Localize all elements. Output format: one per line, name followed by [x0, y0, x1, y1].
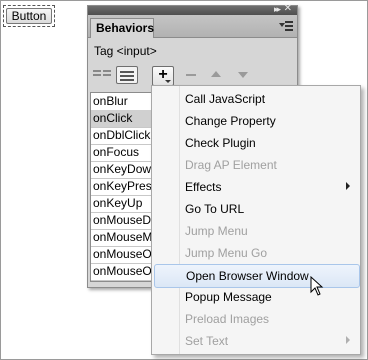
show-all-events-icon[interactable]	[116, 66, 138, 84]
show-set-events-icon[interactable]	[93, 68, 113, 84]
event-name: onDblClick	[93, 128, 151, 142]
menu-item-check-plugin[interactable]: Check Plugin	[154, 132, 358, 154]
menu-item-label: Drag AP Element	[185, 158, 277, 172]
submenu-arrow-icon	[346, 336, 350, 344]
event-name: onClick	[93, 111, 133, 125]
behaviors-dropdown-menu: Call JavaScript Change Property Check Plug…	[151, 85, 361, 355]
menu-item-popup-message[interactable]: Popup Message	[154, 286, 358, 308]
panel-tab-bar: Behaviors	[88, 15, 297, 38]
menu-item-label: Preload Images	[185, 312, 270, 326]
menu-item-label: Popup Message	[185, 290, 272, 304]
move-up-icon[interactable]	[211, 71, 221, 77]
tag-label: Tag <input>	[94, 44, 157, 58]
event-name: onKeyDown	[93, 162, 151, 176]
menu-item-preload-images[interactable]: Preload Images	[154, 308, 358, 330]
event-name: onMouseOut	[93, 247, 151, 261]
menu-item-drag-ap-element[interactable]: Drag AP Element	[154, 154, 358, 176]
submenu-arrow-icon	[346, 182, 350, 190]
menu-item-label: Call JavaScript	[185, 92, 266, 106]
tab-behaviors[interactable]: Behaviors	[90, 18, 154, 38]
mouse-cursor-icon	[310, 276, 324, 296]
move-down-icon[interactable]	[238, 72, 248, 78]
event-name: onKeyPress	[93, 179, 151, 193]
menu-item-label: Jump Menu Go	[185, 246, 268, 260]
menu-item-label: Change Property	[185, 114, 276, 128]
remove-behavior-icon[interactable]	[186, 74, 196, 76]
menu-item-call-javascript[interactable]: Call JavaScript	[154, 88, 358, 110]
panel-options-menu-icon[interactable]	[279, 20, 293, 32]
double-chevron-right-icon[interactable]: ▸▸	[274, 4, 281, 14]
add-behavior-button[interactable]: +	[152, 66, 174, 86]
menu-item-open-browser-window[interactable]: Open Browser Window	[154, 264, 360, 288]
menu-item-label: Jump Menu	[185, 224, 248, 238]
dropdown-arrow-icon	[165, 80, 171, 83]
event-name: onFocus	[93, 145, 140, 159]
menu-item-go-to-url[interactable]: Go To URL	[154, 198, 358, 220]
menu-item-jump-menu[interactable]: Jump Menu	[154, 220, 358, 242]
menu-item-set-text[interactable]: Set Text	[154, 330, 358, 352]
menu-item-label: Set Text	[185, 334, 229, 348]
close-icon[interactable]: ✕	[284, 4, 292, 14]
event-name: onMouseDown	[93, 213, 151, 227]
page-button[interactable]: Button	[6, 8, 52, 24]
event-name: onMouseOver	[93, 264, 151, 278]
menu-item-effects[interactable]: Effects	[154, 176, 358, 198]
panel-title-bar[interactable]: ▸▸ ✕	[88, 4, 297, 15]
event-name: onBlur	[93, 94, 128, 108]
menu-item-jump-menu-go[interactable]: Jump Menu Go	[154, 242, 358, 264]
menu-item-label: Effects	[185, 180, 222, 194]
menu-item-change-property[interactable]: Change Property	[154, 110, 358, 132]
event-name: onKeyUp	[93, 196, 143, 210]
menu-item-label: Open Browser Window	[186, 269, 309, 283]
event-name: onMouseMove	[93, 230, 151, 244]
menu-item-label: Go To URL	[185, 202, 245, 216]
menu-item-label: Check Plugin	[185, 136, 256, 150]
